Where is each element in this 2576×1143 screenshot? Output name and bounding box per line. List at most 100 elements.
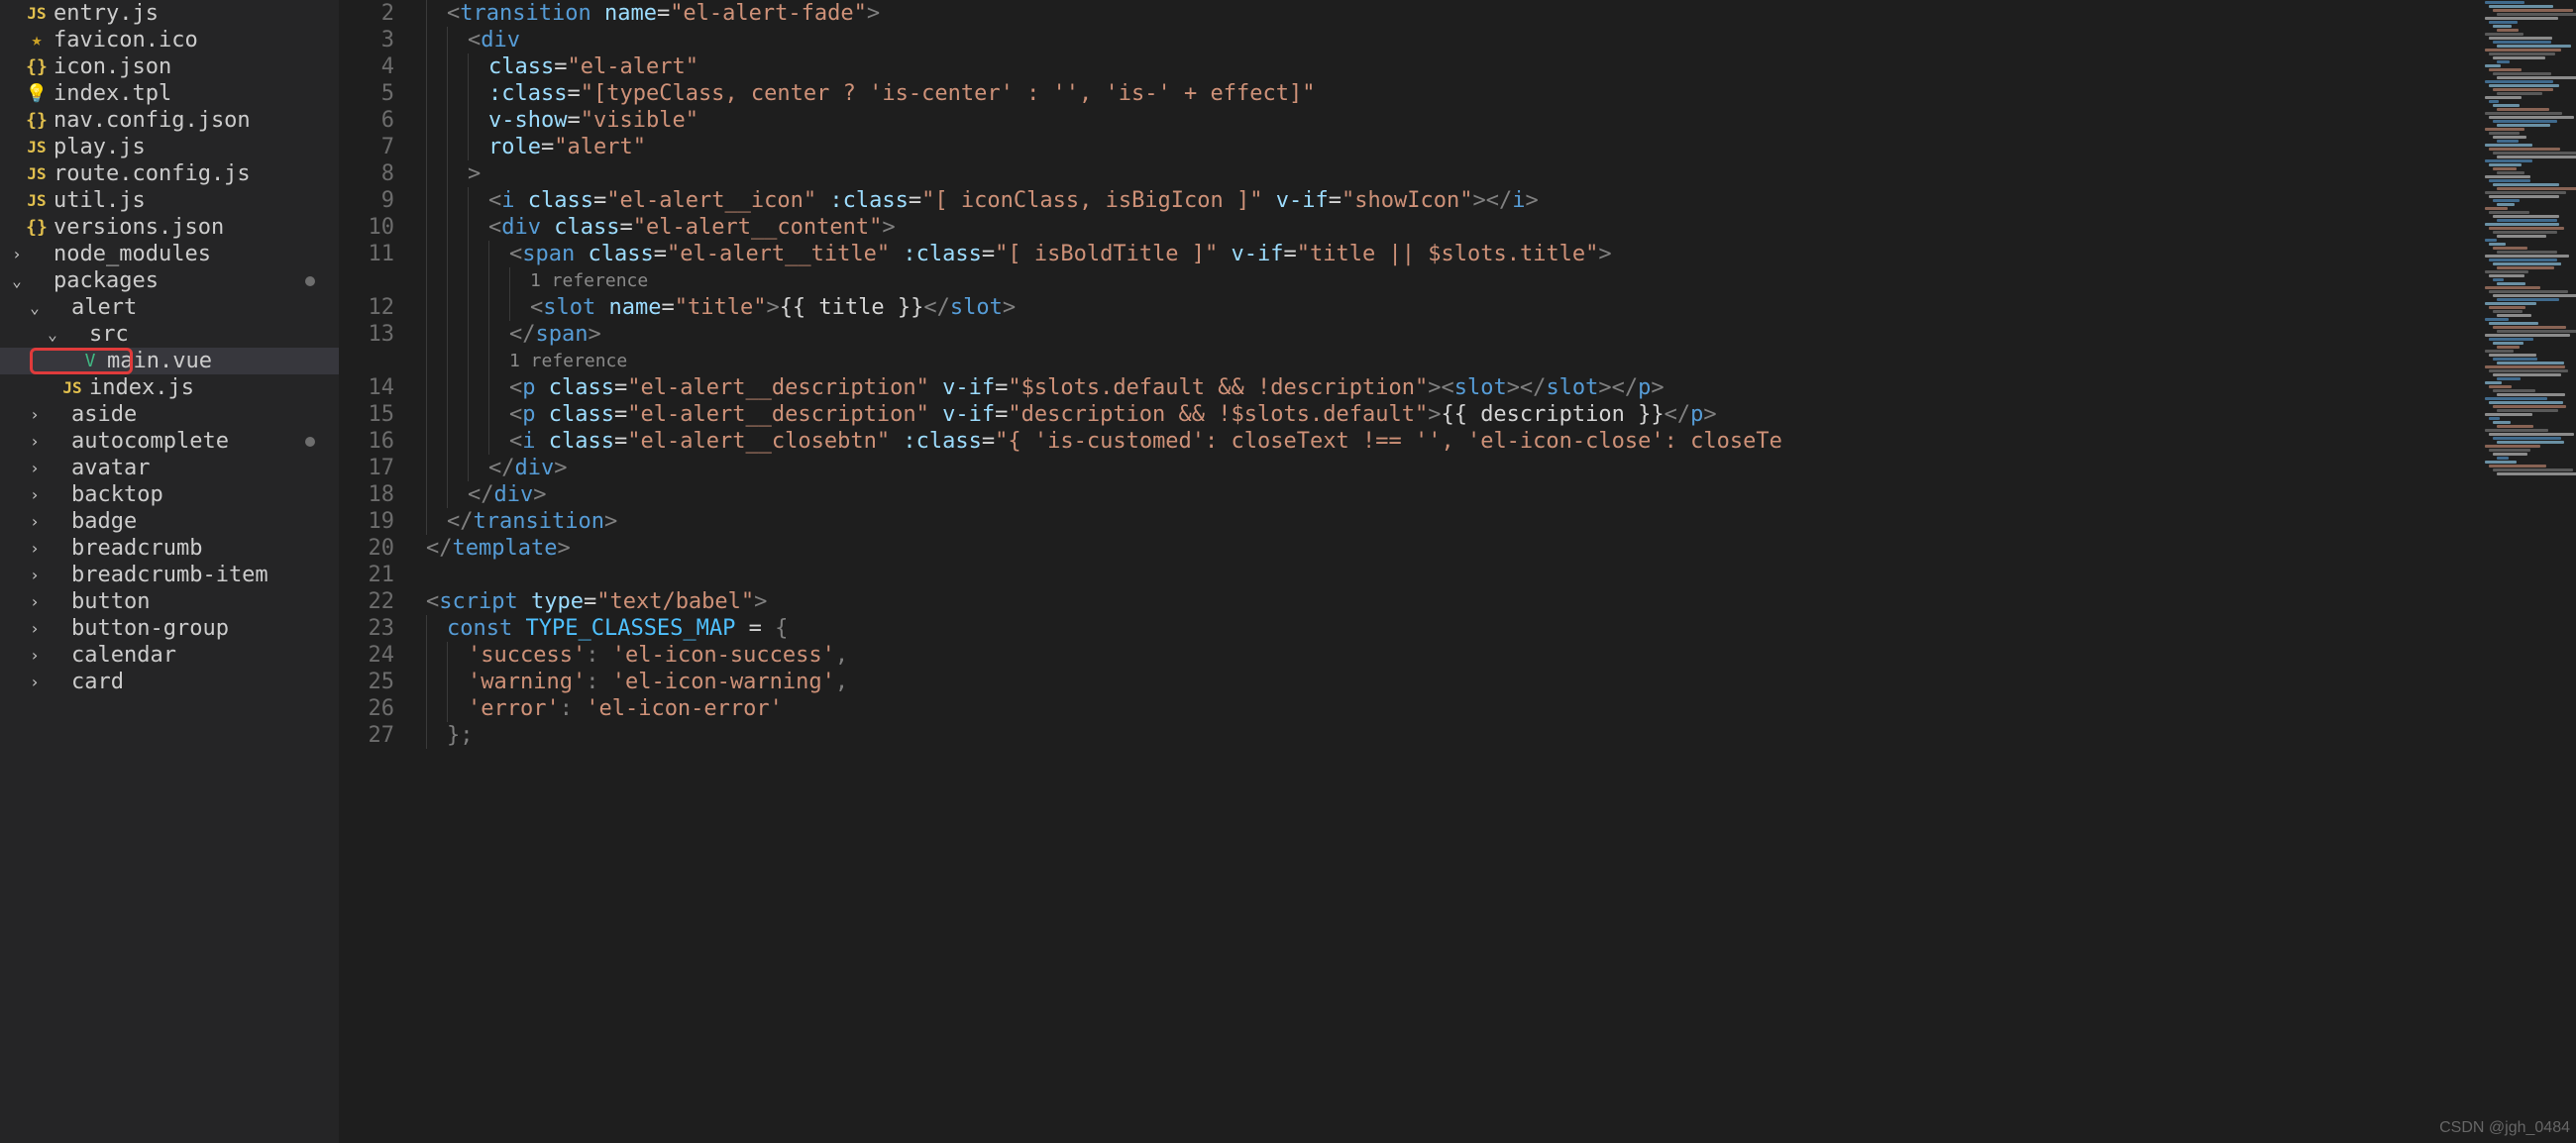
folder-item[interactable]: ›autocomplete [0, 428, 339, 455]
tree-item-label: packages [54, 268, 159, 293]
folder-item[interactable]: ›card [0, 669, 339, 695]
code-text: 'success': 'el-icon-success', [468, 642, 848, 669]
minimap-line [2489, 243, 2506, 246]
indent-guides [426, 428, 509, 455]
minimap-line [2493, 453, 2527, 456]
minimap-line [2497, 187, 2576, 190]
code-text: 'warning': 'el-icon-warning', [468, 669, 848, 695]
minimap[interactable] [2481, 0, 2576, 1143]
minimap-line [2485, 445, 2540, 448]
minimap-line [2493, 294, 2576, 297]
code-line: </transition> [426, 508, 2481, 535]
folder-item[interactable]: ⌄ src [0, 321, 339, 348]
minimap-line [2489, 274, 2524, 277]
file-item[interactable]: {}icon.json [0, 53, 339, 80]
folder-item[interactable]: ⌄alert [0, 294, 339, 321]
code-line: <div [426, 27, 2481, 53]
file-item[interactable]: 💡index.tpl [0, 80, 339, 107]
codelens-reference[interactable]: 1 reference [426, 348, 2481, 374]
folder-item[interactable]: ›calendar [0, 642, 339, 669]
minimap-line [2493, 104, 2520, 107]
minimap-line [2485, 397, 2547, 400]
minimap-line [2489, 68, 2522, 71]
indent-guides [426, 642, 468, 669]
file-item[interactable]: JSplay.js [0, 134, 339, 160]
code-line: > [426, 160, 2481, 187]
minimap-line [2489, 338, 2533, 341]
minimap-line [2493, 389, 2535, 392]
file-item[interactable]: Vmain.vue [0, 348, 339, 374]
code-text: }; [447, 722, 474, 749]
minimap-line [2493, 405, 2566, 408]
js-icon: JS [26, 4, 48, 23]
chevron-right-icon[interactable]: › [26, 512, 44, 531]
folder-item[interactable]: ›aside [0, 401, 339, 428]
minimap-line [2489, 179, 2530, 182]
folder-item[interactable]: ⌄ packages [0, 267, 339, 294]
folder-item[interactable]: ›button-group [0, 615, 339, 642]
indent-guides [426, 214, 488, 241]
minimap-line [2485, 270, 2528, 273]
chevron-down-icon[interactable]: ⌄ [26, 298, 44, 317]
folder-item[interactable]: › button [0, 588, 339, 615]
chevron-right-icon[interactable]: › [26, 619, 44, 638]
line-number: 9 [339, 187, 394, 214]
code-text: </div> [468, 481, 547, 508]
code-editor[interactable]: 2345678910111213141516171819202122232425… [339, 0, 2576, 1143]
line-number: 19 [339, 508, 394, 535]
minimap-line [2497, 346, 2520, 349]
chevron-right-icon[interactable]: › [26, 646, 44, 665]
minimap-line [2493, 152, 2576, 155]
folder-item[interactable]: › node_modules [0, 241, 339, 267]
minimap-line [2485, 255, 2569, 258]
chevron-right-icon[interactable]: › [26, 566, 44, 584]
minimap-line [2485, 334, 2570, 337]
chevron-down-icon[interactable]: ⌄ [44, 325, 61, 344]
file-explorer[interactable]: JSentry.js★favicon.ico{}icon.json💡index.… [0, 0, 339, 1143]
minimap-line [2489, 401, 2563, 404]
line-number: 5 [339, 80, 394, 107]
folder-item[interactable]: ›breadcrumb-item [0, 562, 339, 588]
line-number: 24 [339, 642, 394, 669]
chevron-right-icon[interactable]: › [26, 592, 44, 611]
chevron-right-icon[interactable]: › [26, 405, 44, 424]
tree-item-label: button [71, 589, 150, 614]
indent-guides [426, 615, 447, 642]
file-item[interactable]: {}nav.config.json [0, 107, 339, 134]
file-item[interactable]: JSutil.js [0, 187, 339, 214]
file-item[interactable]: JSroute.config.js [0, 160, 339, 187]
chevron-right-icon[interactable]: › [26, 459, 44, 477]
minimap-line [2485, 175, 2530, 178]
chevron-down-icon[interactable]: ⌄ [8, 271, 26, 290]
minimap-line [2485, 49, 2561, 52]
minimap-line [2489, 148, 2560, 151]
indent-guides [426, 294, 530, 321]
minimap-line [2493, 88, 2553, 91]
folder-item[interactable]: ›badge [0, 508, 339, 535]
minimap-line [2497, 45, 2571, 48]
codelens-reference[interactable]: 1 reference [426, 267, 2481, 294]
folder-item[interactable]: ›avatar [0, 455, 339, 481]
folder-item[interactable]: ›backtop [0, 481, 339, 508]
chevron-right-icon[interactable]: › [26, 432, 44, 451]
chevron-right-icon[interactable]: › [26, 673, 44, 691]
tree-item-label: src [89, 322, 129, 347]
minimap-line [2485, 1, 2524, 4]
code-line: <transition name="el-alert-fade"> [426, 0, 2481, 27]
minimap-line [2493, 437, 2561, 440]
chevron-right-icon[interactable]: › [26, 539, 44, 558]
tree-item-label: node_modules [54, 242, 211, 266]
file-item[interactable]: JSindex.js [0, 374, 339, 401]
code-content[interactable]: <transition name="el-alert-fade"><divcla… [414, 0, 2481, 1143]
tree-item-label: util.js [54, 188, 146, 213]
folder-item[interactable]: ›breadcrumb [0, 535, 339, 562]
file-item[interactable]: {}versions.json [0, 214, 339, 241]
chevron-right-icon[interactable]: › [8, 245, 26, 263]
file-item[interactable]: JSentry.js [0, 0, 339, 27]
chevron-right-icon[interactable]: › [26, 485, 44, 504]
file-item[interactable]: ★favicon.ico [0, 27, 339, 53]
indent-guides [426, 241, 509, 267]
minimap-line [2489, 5, 2553, 8]
minimap-line [2497, 92, 2542, 95]
minimap-line [2497, 314, 2531, 317]
